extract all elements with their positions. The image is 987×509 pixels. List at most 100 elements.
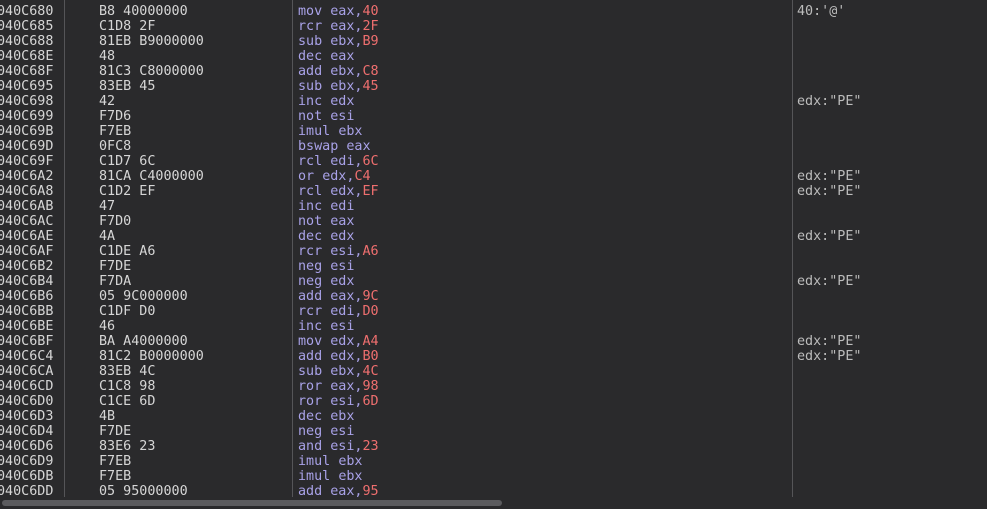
instruction-cell: add edx,B0 [298,349,379,364]
instruction-row[interactable]: 040C6D4 F7DE neg esi [0,424,987,439]
operand: esi [330,109,355,124]
horizontal-scrollbar[interactable] [0,497,987,509]
bytes-cell: 81EB B9000000 [99,34,204,49]
bytes-cell: 83EB 45 [99,79,156,94]
address-cell: 040C6DD [0,484,54,497]
bytes-cell: C1DF D0 [99,304,156,319]
operand: esi, [330,244,363,259]
address-cell: 040C6D3 [0,409,54,424]
operand: esi [330,259,355,274]
mnemonic: sub [298,34,323,49]
instruction-cell: imul ebx [298,454,363,469]
bytes-cell: 42 [99,94,116,109]
instruction-row[interactable]: 040C6BB C1DF D0 rcr edi,D0 [0,304,987,319]
address-cell: 040C6AC [0,214,54,229]
instruction-cell: imul ebx [298,124,363,139]
disassembly-view[interactable]: 040C680 B8 40000000 mov eax,40 40:'@' 040C68… [0,0,987,497]
mnemonic: rcr [298,19,323,34]
operand: edi [330,199,355,214]
immediate-value: 40 [362,4,379,19]
mnemonic: sub [298,79,323,94]
instruction-row[interactable]: 040C6D9 F7EB imul ebx [0,454,987,469]
instruction-row[interactable]: 040C6AE 4A dec edx edx:"PE" [0,229,987,244]
operand: edi, [330,304,363,319]
immediate-value: C8 [362,64,379,79]
bytes-cell: BA A4000000 [99,334,188,349]
mnemonic: add [298,289,323,304]
operand: ebx [338,454,363,469]
instruction-row[interactable]: 040C6B6 05 9C000000 add eax,9C [0,289,987,304]
instruction-cell: sub ebx,4C [298,364,379,379]
instruction-cell: imul ebx [298,469,363,484]
instruction-row[interactable]: 040C6DB F7EB imul ebx [0,469,987,484]
instruction-row[interactable]: 040C6AB 47 inc edi [0,199,987,214]
instruction-row[interactable]: 040C688 81EB B9000000 sub ebx,B9 [0,34,987,49]
bytes-cell: 0FC8 [99,139,132,154]
instruction-row[interactable]: 040C6CD C1C8 98 ror eax,98 [0,379,987,394]
mnemonic: inc [298,94,323,109]
instruction-row[interactable]: 040C6AF C1DE A6 rcr esi,A6 [0,244,987,259]
instruction-row[interactable]: 040C6D0 C1CE 6D ror esi,6D [0,394,987,409]
operand: ebx, [330,64,363,79]
address-cell: 040C68F [0,64,54,79]
instruction-cell: add eax,95 [298,484,379,497]
instruction-row[interactable]: 040C6D6 83E6 23 and esi,23 [0,439,987,454]
instruction-cell: and esi,23 [298,439,379,454]
mnemonic: dec [298,49,323,64]
address-cell: 040C680 [0,4,54,19]
mnemonic: rcl [298,154,323,169]
instruction-row[interactable]: 040C6BE 46 inc esi [0,319,987,334]
instruction-row[interactable]: 040C6C4 81C2 B0000000 add edx,B0 edx:"PE" [0,349,987,364]
instruction-row[interactable]: 040C695 83EB 45 sub ebx,45 [0,79,987,94]
address-cell: 040C6AE [0,229,54,244]
instruction-row[interactable]: 040C69F C1D7 6C rcl edi,6C [0,154,987,169]
mnemonic: neg [298,274,323,289]
immediate-value: 45 [362,79,379,94]
instruction-row[interactable]: 040C69B F7EB imul ebx [0,124,987,139]
instruction-row[interactable]: 040C699 F7D6 not esi [0,109,987,124]
instruction-row[interactable]: 040C6DD 05 95000000 add eax,95 [0,484,987,497]
instruction-row[interactable]: 040C698 42 inc edx edx:"PE" [0,94,987,109]
instruction-row[interactable]: 040C69D 0FC8 bswap eax [0,139,987,154]
address-cell: 040C6A8 [0,184,54,199]
instruction-row[interactable]: 040C68F 81C3 C8000000 add ebx,C8 [0,64,987,79]
instruction-row[interactable]: 040C6A2 81CA C4000000 or edx,C4 edx:"PE" [0,169,987,184]
mnemonic: ror [298,379,323,394]
instruction-row[interactable]: 040C6BF BA A4000000 mov edx,A4 edx:"PE" [0,334,987,349]
mnemonic: imul [298,124,331,139]
operand: eax, [330,4,363,19]
scrollbar-thumb[interactable] [2,500,502,506]
bytes-cell: C1CE 6D [99,394,156,409]
mnemonic: mov [298,334,323,349]
instruction-row[interactable]: 040C6B2 F7DE neg esi [0,259,987,274]
bytes-cell: C1D8 2F [99,19,156,34]
instruction-cell: rcr edi,D0 [298,304,379,319]
instruction-row[interactable]: 040C685 C1D8 2F rcr eax,2F [0,19,987,34]
address-cell: 040C68E [0,49,54,64]
bytes-cell: 4A [99,229,116,244]
bytes-cell: 05 9C000000 [99,289,188,304]
instruction-cell: sub ebx,45 [298,79,379,94]
instruction-cell: dec ebx [298,409,354,424]
address-cell: 040C6AF [0,244,54,259]
instruction-row[interactable]: 040C68E 48 dec eax [0,49,987,64]
immediate-value: A4 [362,334,379,349]
instruction-row[interactable]: 040C6CA 83EB 4C sub ebx,4C [0,364,987,379]
instruction-row[interactable]: 040C6B4 F7DA neg edx edx:"PE" [0,274,987,289]
bytes-cell: C1D7 6C [99,154,156,169]
operand: edx [330,229,355,244]
instruction-cell: neg edx [298,274,354,289]
instruction-row[interactable]: 040C6A8 C1D2 EF rcl edx,EF edx:"PE" [0,184,987,199]
immediate-value: 9C [362,289,379,304]
bytes-cell: 81C3 C8000000 [99,64,204,79]
address-cell: 040C6A2 [0,169,54,184]
instruction-cell: ror eax,98 [298,379,379,394]
operand: eax [346,139,371,154]
address-cell: 040C6D6 [0,439,54,454]
instruction-row[interactable]: 040C6D3 4B dec ebx [0,409,987,424]
address-cell: 040C699 [0,109,54,124]
instruction-row[interactable]: 040C680 B8 40000000 mov eax,40 40:'@' [0,4,987,19]
mnemonic: imul [298,454,331,469]
instruction-row[interactable]: 040C6AC F7D0 not eax [0,214,987,229]
mnemonic: mov [298,4,323,19]
